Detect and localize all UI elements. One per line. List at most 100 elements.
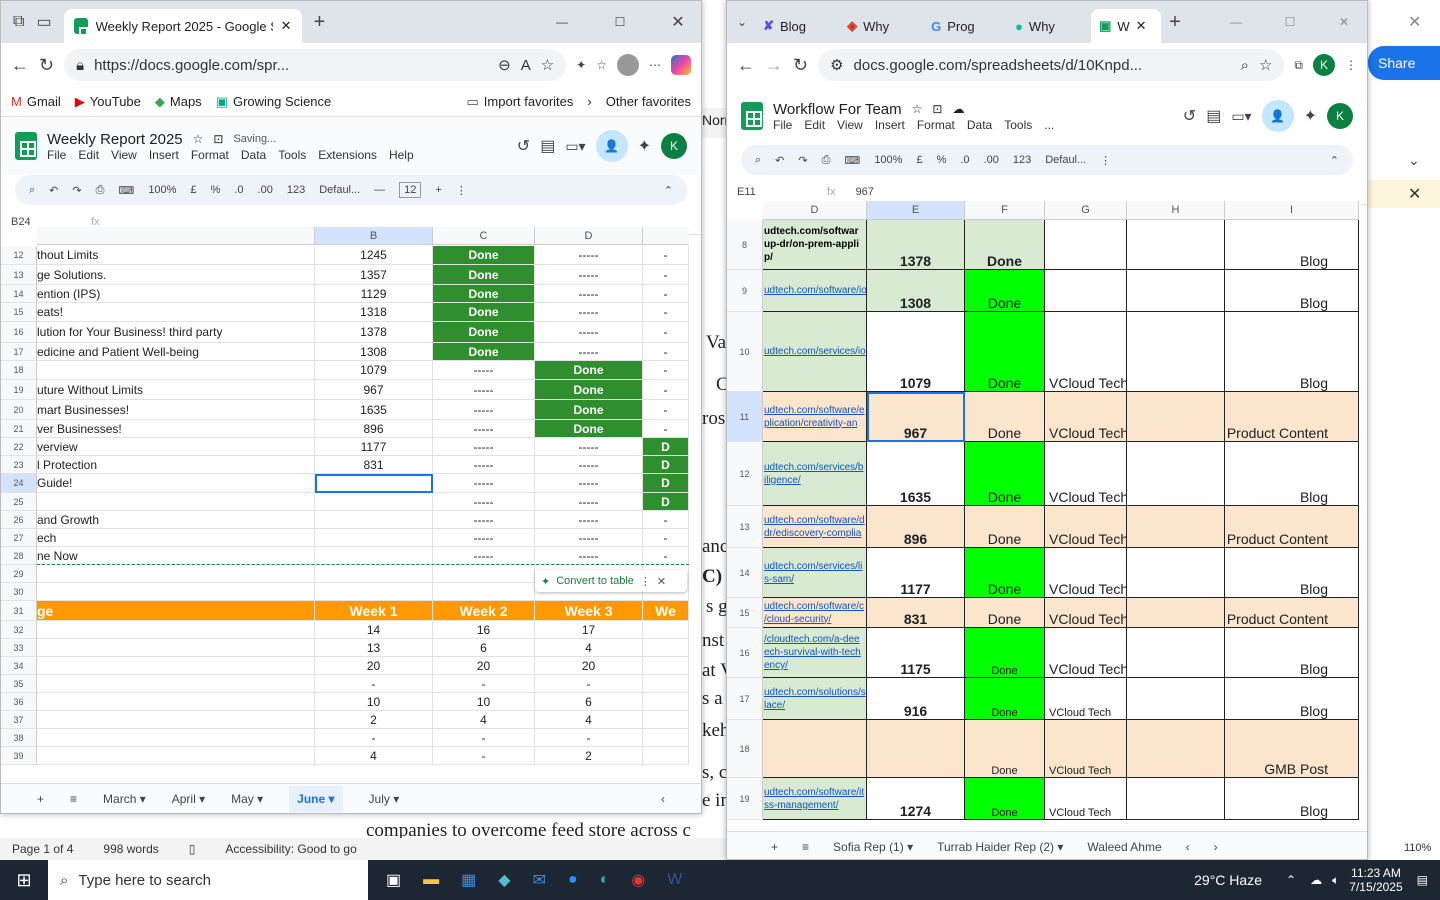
tray-chevron-icon[interactable]: ⌃ [1286,873,1296,887]
status-cell[interactable]: Done [965,312,1045,392]
brand-cell[interactable]: VCloud Tech [1045,392,1127,442]
table-cell[interactable]: 1378 [315,322,433,343]
url-cell[interactable]: udtech.com/services/b iligence/ [763,442,867,506]
table-cell[interactable]: 4 [433,711,535,729]
status-cell[interactable]: ----- [433,380,535,400]
sheets-logo[interactable] [741,102,763,130]
status-cell[interactable]: ----- [433,474,535,493]
url-cell[interactable]: udtech.com/software/it ss-management/ [763,778,867,820]
type-cell[interactable]: Blog [1225,442,1359,506]
paint-format-icon[interactable]: ⌨ [118,184,134,197]
status-cell[interactable]: - [643,246,689,265]
row-header[interactable]: 39 [1,747,37,765]
status-cell[interactable]: ----- [535,343,643,361]
table-cell[interactable]: 20 [535,657,643,675]
status-cell[interactable]: ----- [535,265,643,285]
row-header[interactable]: 16 [727,628,763,678]
url-cell[interactable]: udtech.com/softwar up-dr/on-prem-appli p… [763,220,867,270]
status-cell[interactable]: ----- [535,322,643,343]
column-header[interactable] [37,227,315,245]
back-icon[interactable]: ← [11,55,29,76]
mail-icon[interactable]: ✉ [533,870,546,890]
table-cell[interactable]: 10 [433,693,535,711]
table-cell[interactable]: 4 [535,639,643,657]
menu-item[interactable]: View [837,118,863,132]
share-button[interactable]: Share [1368,46,1440,80]
status-cell[interactable]: - [643,322,689,343]
close-icon[interactable]: ✕ [657,575,666,588]
edge-icon[interactable]: ◐ [600,871,610,889]
number-cell[interactable]: 1635 [867,442,965,506]
tab-item[interactable]: ▣ W ✕ [1091,9,1162,43]
font-plus-icon[interactable]: + [435,184,441,196]
gemini-icon[interactable]: ✦ [638,136,651,156]
comment-icon[interactable]: ▤ [1206,106,1221,126]
number-cell[interactable]: 831 [867,598,965,628]
status-cell[interactable]: Done [965,598,1045,628]
paint-format-icon[interactable]: ⌨ [844,154,860,167]
status-cell[interactable]: ----- [433,420,535,438]
table-cell[interactable]: 20 [315,657,433,675]
table-cell[interactable]: - [535,729,643,747]
row-header[interactable]: 24 [1,474,37,493]
status-cell[interactable]: ----- [535,438,643,456]
empty-cell[interactable] [1127,598,1225,628]
table-cell[interactable] [643,729,689,747]
table-cell[interactable] [643,747,689,765]
table-cell[interactable] [315,529,433,547]
status-cell[interactable]: Done [535,400,643,420]
table-cell[interactable]: ention (IPS) [37,285,315,303]
avatar[interactable]: K [661,133,687,159]
column-header[interactable]: D [535,227,643,245]
favorite-item[interactable]: M Gmail [11,94,61,109]
status-cell[interactable]: - [643,380,689,400]
tab-actions-icon[interactable]: ▭ [36,12,51,32]
table-cell[interactable] [315,583,433,601]
table-cell[interactable]: 2 [315,711,433,729]
table-cell[interactable] [433,583,535,601]
table-cell[interactable]: ver Businesses! [37,420,315,438]
page-count[interactable]: Page 1 of 4 [12,842,73,856]
empty-cell[interactable] [1127,442,1225,506]
empty-cell[interactable] [1127,720,1225,778]
empty-cell[interactable] [1127,270,1225,312]
menu-item[interactable]: Format [191,148,229,162]
table-cell[interactable]: - [315,729,433,747]
status-cell[interactable]: ----- [535,474,643,493]
zoom-select[interactable]: 100% [148,184,176,196]
collapse-icon[interactable]: ⌃ [664,184,673,197]
more-vert-icon[interactable]: ⋮ [1345,58,1357,72]
row-header[interactable]: 12 [727,442,763,506]
type-cell[interactable]: Blog [1225,548,1359,598]
brand-cell[interactable]: VCloud Tech [1045,720,1127,778]
name-box[interactable]: E11 [737,186,807,198]
profile-avatar[interactable]: K [1313,54,1335,76]
empty-cell[interactable] [1127,312,1225,392]
table-cell[interactable] [37,729,315,747]
zoom-icon[interactable]: ● [568,871,578,889]
maximize-icon[interactable]: ☐ [1267,15,1313,29]
search-icon[interactable]: ⌕ [29,184,35,197]
status-cell[interactable]: ----- [535,511,643,529]
table-cell[interactable]: - [433,747,535,765]
menu-item[interactable]: View [111,148,137,162]
table-cell[interactable] [37,747,315,765]
profile-avatar[interactable] [617,54,639,76]
chrome-icon[interactable]: ◉ [631,870,645,890]
history-icon[interactable]: ↺ [517,136,530,156]
status-cell[interactable]: - [643,303,689,322]
week-header-cell[interactable]: We [643,601,689,621]
status-cell[interactable]: Done [433,303,535,322]
column-header[interactable]: H [1127,201,1225,220]
currency-icon[interactable]: £ [190,184,196,196]
row-header[interactable]: 37 [1,711,37,729]
number-format-icon[interactable]: 123 [1013,154,1031,166]
extensions-icon[interactable]: ⧉ [1294,58,1303,73]
brand-cell[interactable] [1045,220,1127,270]
tab-item[interactable]: ✘ Blog [755,9,831,43]
comment-icon[interactable]: ▤ [540,136,555,156]
star-icon[interactable]: ☆ [912,102,923,116]
status-cell[interactable]: ----- [535,529,643,547]
status-cell[interactable]: Done [433,265,535,285]
minimize-icon[interactable]: — [1213,15,1259,29]
